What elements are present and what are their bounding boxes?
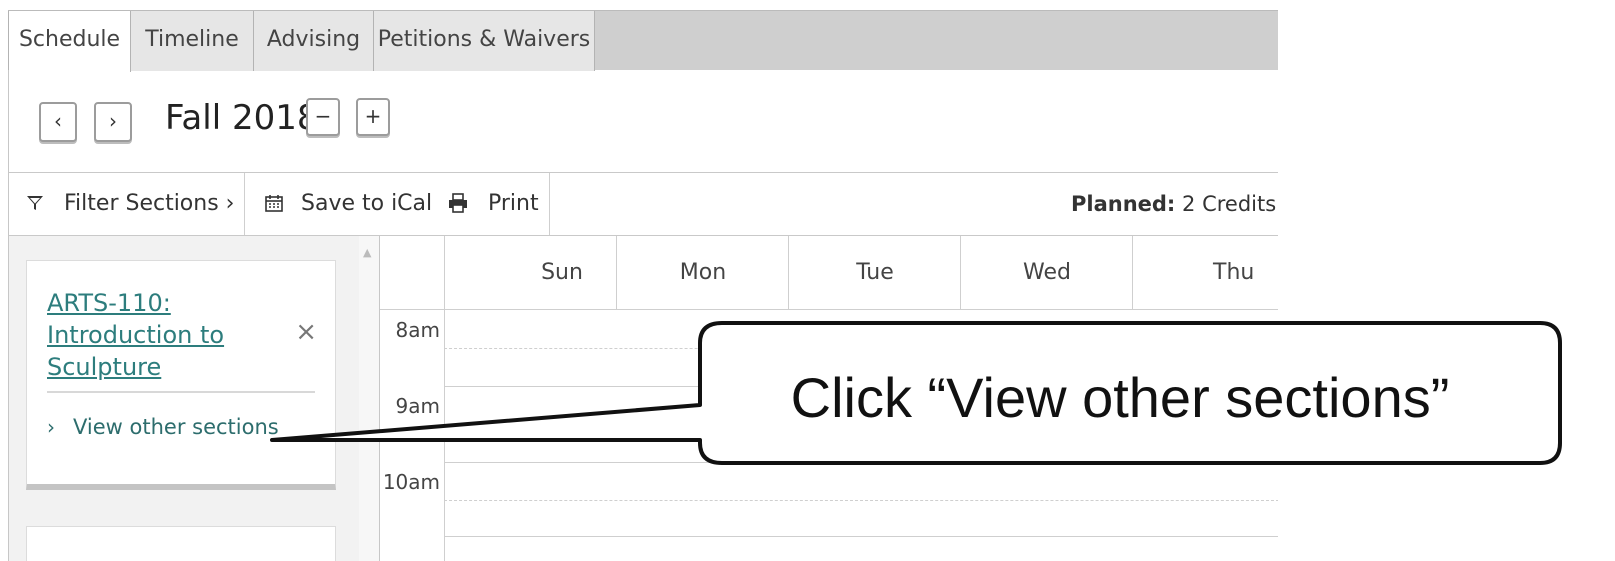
time-label-8am: 8am: [395, 318, 440, 342]
day-header-tue: Tue: [856, 260, 894, 285]
remove-course-icon[interactable]: ×: [295, 317, 317, 347]
tab-petitions-waivers[interactable]: Petitions & Waivers: [374, 11, 595, 71]
card-divider: [47, 391, 315, 393]
planner-app: Schedule Timeline Advising Petitions & W…: [8, 10, 1278, 561]
term-title: Fall 2018: [165, 98, 319, 138]
time-label-9am: 9am: [395, 394, 440, 418]
course-card: [26, 526, 336, 561]
course-title-link[interactable]: ARTS-110: Introduction to Sculpture: [47, 287, 297, 383]
term-navigation: ‹ › Fall 2018 − +: [8, 70, 1278, 180]
scroll-up-icon[interactable]: ▲: [363, 246, 371, 259]
printer-icon: [449, 193, 467, 213]
planned-value: 2 Credits: [1182, 192, 1277, 216]
tab-advising[interactable]: Advising: [254, 11, 374, 71]
day-header-thu: Thu: [1213, 260, 1255, 285]
add-term-button[interactable]: +: [356, 98, 390, 136]
planned-credits: Planned: 2 Credits: [1071, 173, 1276, 235]
calendar-icon: [265, 195, 283, 212]
tab-bar: Schedule Timeline Advising Petitions & W…: [8, 10, 1278, 72]
course-card: ARTS-110: Introduction to Sculpture × › V…: [26, 260, 336, 490]
sidebar-scrollbar[interactable]: ▲: [359, 236, 380, 561]
save-to-ical-label: Save to iCal: [301, 191, 433, 216]
hour-line: [444, 536, 1278, 537]
filter-sections-label: Filter Sections ›: [64, 191, 235, 216]
callout-text: Click “View other sections”: [790, 366, 1450, 429]
tab-timeline[interactable]: Timeline: [131, 11, 254, 71]
print-button[interactable]: Print: [447, 173, 539, 235]
toolbar-divider: [244, 173, 245, 235]
save-to-ical-button[interactable]: Save to iCal: [264, 173, 432, 235]
chevron-right-icon: ›: [47, 415, 55, 439]
schedule-toolbar: Filter Sections › Save to iCal Print Pla…: [8, 172, 1278, 236]
day-header-wed: Wed: [1023, 260, 1071, 285]
planned-label: Planned:: [1071, 192, 1176, 216]
collapse-term-button[interactable]: −: [306, 98, 340, 136]
tab-schedule[interactable]: Schedule: [8, 11, 131, 72]
day-header-mon: Mon: [679, 260, 727, 285]
funnel-icon: [27, 196, 43, 210]
next-term-button[interactable]: ›: [94, 102, 132, 142]
time-label-10am: 10am: [382, 470, 440, 494]
previous-term-button[interactable]: ‹: [39, 102, 77, 142]
toolbar-divider: [549, 173, 550, 235]
course-sidebar: ARTS-110: Introduction to Sculpture × › V…: [8, 236, 380, 561]
hour-line: [444, 462, 1278, 463]
filter-sections-button[interactable]: Filter Sections ›: [25, 173, 234, 235]
view-other-sections-label: View other sections: [73, 415, 279, 439]
view-other-sections-link[interactable]: › View other sections: [47, 415, 279, 439]
half-hour-line: [444, 348, 1278, 349]
print-label: Print: [488, 191, 539, 216]
half-hour-line: [444, 500, 1278, 501]
